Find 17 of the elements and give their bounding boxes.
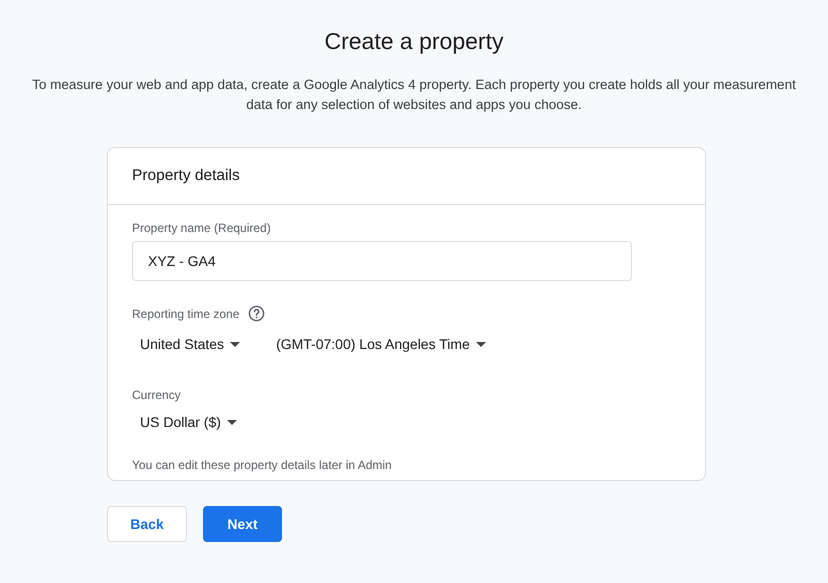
field-label: Reporting time zone (132, 306, 240, 320)
page-title: Create a property (324, 28, 504, 55)
time-zone-dropdown[interactable]: (GMT-07:00) Los Angeles Time (268, 332, 494, 356)
caret-icon (230, 342, 240, 346)
caret-icon (476, 342, 486, 346)
property-name-field[interactable]: XYZ - GA4 (132, 241, 632, 281)
caret-icon (226, 420, 237, 424)
next-button[interactable]: Next (203, 506, 282, 542)
card-heading: Property details (132, 167, 240, 185)
field-label: Property name (Required) (132, 221, 272, 235)
note-text: You can edit these property details later in Admin (132, 458, 393, 472)
currency-dropdown[interactable]: US Dollar ($) (132, 410, 245, 434)
field-label: Currency (132, 388, 181, 402)
help-icon[interactable] (248, 305, 266, 322)
country-dropdown[interactable]: United States (132, 332, 248, 356)
intro-text: To measure your web and app data, create a Google Analytics 4 property. Each property you create holds all your measurement data for any selection of websites and apps you choose. (31, 76, 797, 114)
back-button[interactable]: Back (107, 506, 187, 542)
